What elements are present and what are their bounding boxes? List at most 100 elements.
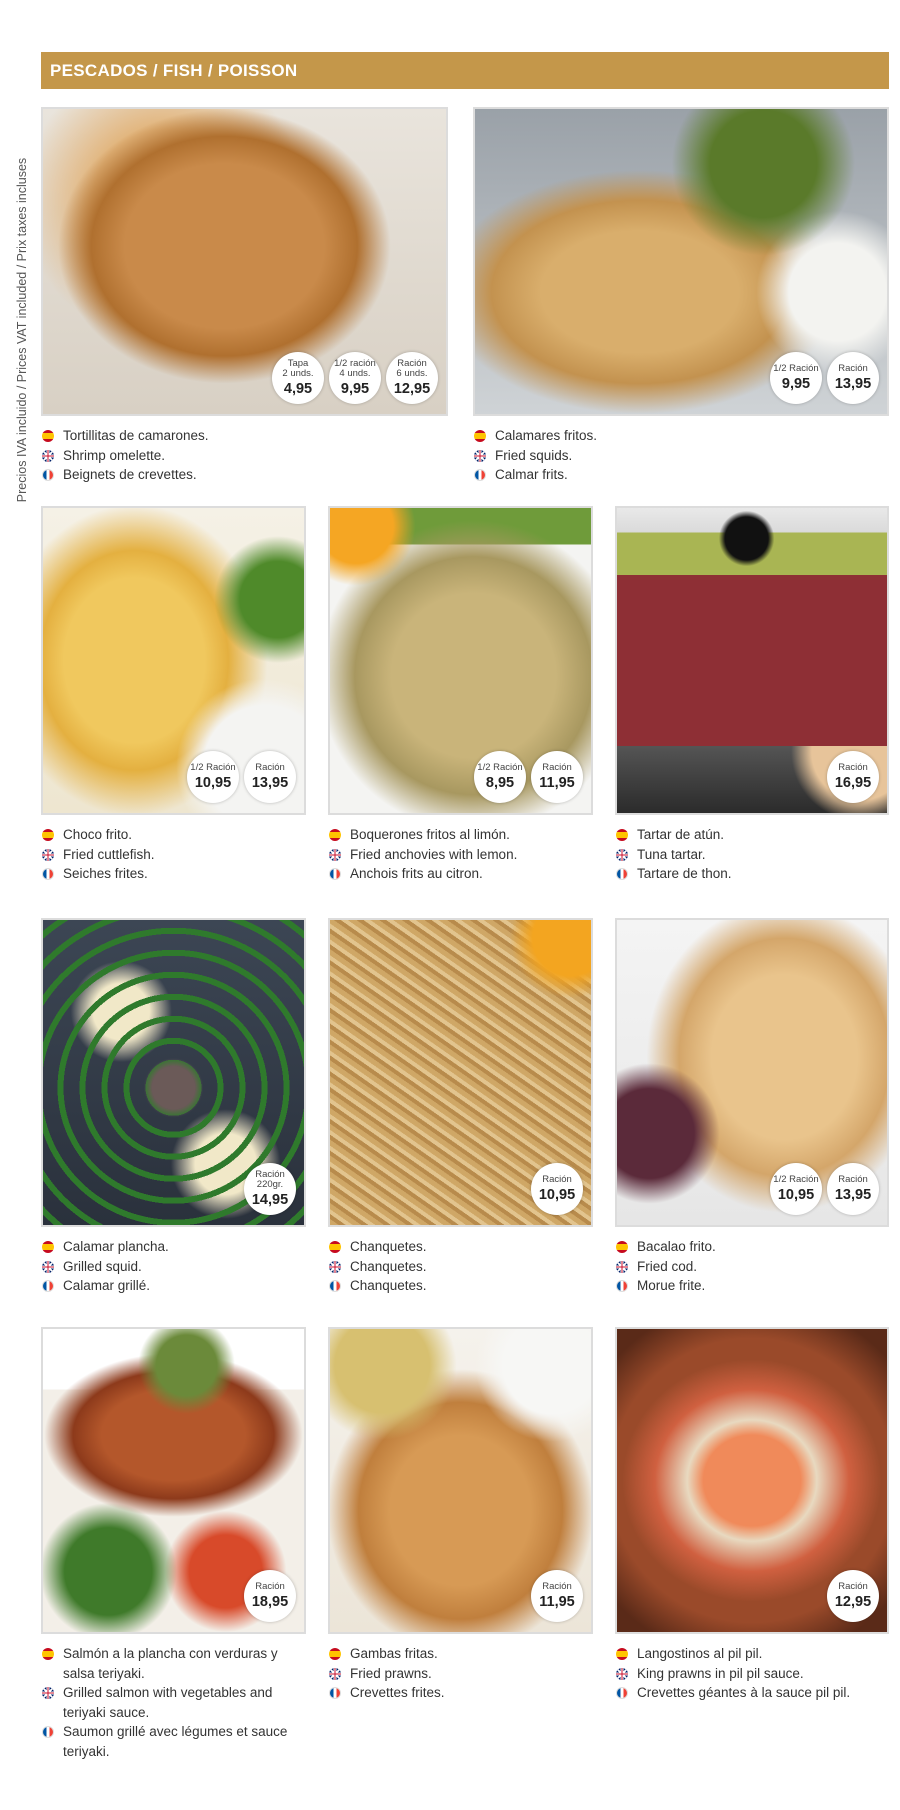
price-badge: Ración 12,95	[827, 1570, 879, 1622]
description-text: Crevettes géantes à la sauce pil pil.	[637, 1685, 851, 1700]
price-value: 8,95	[485, 775, 515, 791]
dish-description: Calamares fritos. Fried squids. Calmar fri…	[473, 426, 878, 485]
price-label: Ración	[255, 1581, 285, 1592]
description-text: Calamar grillé.	[63, 1278, 151, 1293]
price-value: 10,95	[194, 775, 232, 791]
dish-photo: 1/2 Ración 10,95 Ración 13,95	[41, 506, 306, 815]
description-text: Chanquetes.	[350, 1258, 427, 1274]
description-en: King prawns in pil pil sauce.	[615, 1664, 889, 1684]
price-label: Ración	[838, 762, 868, 773]
description-text: Gambas fritas.	[350, 1646, 438, 1661]
dish-photo: Ración 220gr. 14,95	[41, 918, 306, 1227]
description-fr: Morue frite.	[615, 1276, 885, 1296]
flag-uk-icon	[42, 1260, 54, 1273]
dish-photo: 1/2 Ración 9,95 Ración 13,95	[473, 107, 889, 416]
description-fr: Anchois frits au citron.	[328, 864, 598, 884]
flag-spain-icon	[42, 1648, 54, 1660]
section-header: PESCADOS / FISH / POISSON	[41, 52, 889, 89]
description-en: Grilled salmon with vegetables and teriy…	[41, 1683, 291, 1722]
price-value: 13,95	[251, 775, 289, 791]
description-es: Langostinos al pil pil.	[615, 1644, 889, 1664]
price-label: 1/2 Ración	[773, 1174, 819, 1185]
price-badge: 1/2 Ración 9,95	[770, 352, 822, 404]
flag-uk-icon	[329, 1260, 341, 1273]
description-text: Fried cuttlefish.	[63, 846, 155, 862]
description-es: Bacalao frito.	[615, 1237, 885, 1257]
description-text: Fried squids.	[495, 447, 573, 463]
price-badges: 1/2 Ración 10,95 Ración 13,95	[770, 1163, 879, 1215]
price-badge: Ración 11,95	[531, 751, 583, 803]
description-text: Shrimp omelette.	[63, 447, 166, 463]
description-es: Tartar de atún.	[615, 825, 885, 845]
price-label: 1/2 Ración	[773, 363, 819, 374]
description-en: Shrimp omelette.	[41, 446, 446, 466]
description-en: Tuna tartar.	[615, 845, 885, 865]
flag-uk-icon	[329, 848, 341, 861]
flag-uk-icon	[616, 1667, 628, 1680]
price-badges: 1/2 Ración 9,95 Ración 13,95	[770, 352, 879, 404]
description-es: Gambas fritas.	[328, 1644, 598, 1664]
description-es: Chanquetes.	[328, 1237, 598, 1257]
flag-spain-icon	[329, 1241, 341, 1253]
price-value: 4,95	[283, 381, 313, 397]
flag-france-icon	[329, 1687, 341, 1699]
description-es: Salmón a la plancha con verduras y salsa…	[41, 1644, 291, 1683]
dish-description: Choco frito. Fried cuttlefish. Seiches fri…	[41, 825, 311, 884]
description-text: Choco frito.	[63, 827, 133, 842]
description-en: Fried cod.	[615, 1257, 885, 1277]
price-label: Ración	[838, 1581, 868, 1592]
description-text: Bacalao frito.	[637, 1239, 716, 1254]
flag-spain-icon	[616, 829, 628, 841]
flag-france-icon	[474, 469, 486, 481]
price-value: 11,95	[539, 1594, 575, 1610]
dish-description: Tortillitas de camarones. Shrimp omelette…	[41, 426, 446, 485]
dish-photo: Ración 16,95	[615, 506, 889, 815]
flag-uk-icon	[42, 848, 54, 861]
description-text: Fried prawns.	[350, 1665, 432, 1681]
description-fr: Calmar frits.	[473, 465, 878, 485]
price-value: 11,95	[539, 775, 575, 791]
price-value: 12,95	[834, 1594, 872, 1610]
description-fr: Tartare de thon.	[615, 864, 885, 884]
description-text: Calamares fritos.	[495, 428, 598, 443]
price-label: 1/2 Ración	[190, 762, 236, 773]
description-text: Salmón a la plancha con verduras y salsa…	[63, 1646, 278, 1681]
description-text: Tortillitas de camarones.	[63, 428, 209, 443]
description-text: Tuna tartar.	[637, 846, 706, 862]
price-value: 10,95	[538, 1187, 576, 1203]
dish-description: Boquerones fritos al limón. Fried anchovi…	[328, 825, 598, 884]
description-es: Calamar plancha.	[41, 1237, 311, 1257]
description-es: Tortillitas de camarones.	[41, 426, 446, 446]
description-es: Boquerones fritos al limón.	[328, 825, 598, 845]
flag-spain-icon	[42, 829, 54, 841]
price-value: 13,95	[834, 376, 872, 392]
description-text: Fried anchovies with lemon.	[350, 846, 518, 862]
price-label: Ración	[542, 762, 572, 773]
price-label: Ración	[542, 1581, 572, 1592]
flag-spain-icon	[329, 829, 341, 841]
description-text: Grilled salmon with vegetables and teriy…	[63, 1685, 273, 1720]
flag-uk-icon	[616, 1260, 628, 1273]
description-text: Anchois frits au citron.	[350, 866, 483, 881]
flag-uk-icon	[42, 449, 54, 462]
description-text: Fried cod.	[637, 1258, 698, 1274]
flag-spain-icon	[616, 1241, 628, 1253]
dish-photo: 1/2 Ración 8,95 Ración 11,95	[328, 506, 593, 815]
price-badge: Ración 16,95	[827, 751, 879, 803]
price-label: Tapa 2 unds.	[282, 358, 314, 379]
description-en: Fried anchovies with lemon.	[328, 845, 598, 865]
flag-france-icon	[42, 1726, 54, 1738]
dish-photo: Ración 11,95	[328, 1327, 593, 1634]
price-value: 10,95	[777, 1187, 815, 1203]
dish-description: Salmón a la plancha con verduras y salsa…	[41, 1644, 291, 1761]
price-badge: Ración 11,95	[531, 1570, 583, 1622]
flag-spain-icon	[616, 1648, 628, 1660]
dish-photo: 1/2 Ración 10,95 Ración 13,95	[615, 918, 889, 1227]
description-en: Fried prawns.	[328, 1664, 598, 1684]
price-badge: Ración 220gr. 14,95	[244, 1163, 296, 1215]
price-badges: Tapa 2 unds. 4,95 1/2 ración 4 unds. 9,95 Ra…	[272, 352, 438, 404]
description-fr: Seiches frites.	[41, 864, 311, 884]
flag-spain-icon	[42, 1241, 54, 1253]
price-label: 1/2 Ración	[477, 762, 523, 773]
flag-france-icon	[616, 1280, 628, 1292]
